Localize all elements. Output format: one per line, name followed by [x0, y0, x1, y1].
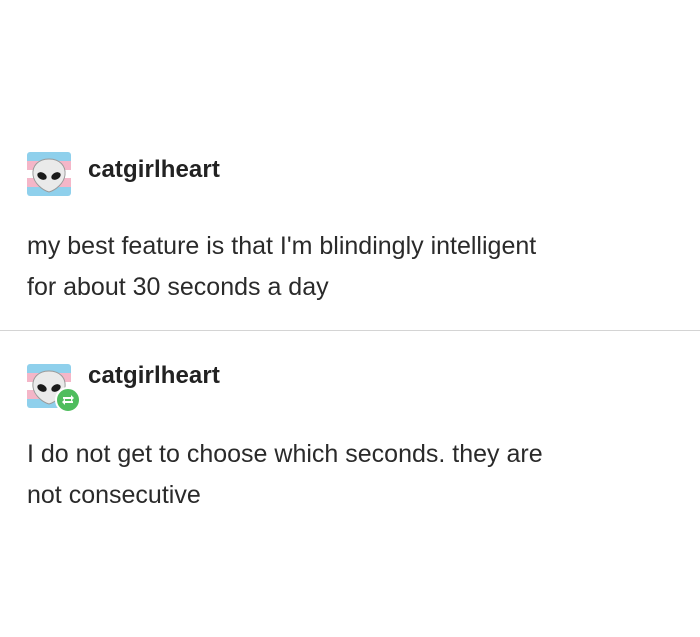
avatar[interactable]: [27, 152, 71, 196]
post: catgirlheart my best feature is that I'm…: [0, 148, 700, 301]
reblog-icon: [62, 395, 74, 405]
reblog-badge: [55, 387, 81, 413]
post: catgirlheart I do not get to choose whic…: [0, 360, 700, 509]
post-body-text: my best feature is that I'm blindingly i…: [27, 232, 537, 301]
post-body-text: I do not get to choose which seconds. th…: [27, 440, 543, 509]
username[interactable]: catgirlheart: [88, 362, 220, 390]
alien-face-icon: [27, 152, 71, 196]
post-header: catgirlheart: [0, 360, 700, 413]
username[interactable]: catgirlheart: [88, 156, 220, 184]
post-divider: [0, 330, 700, 331]
post-header: catgirlheart: [0, 148, 700, 196]
